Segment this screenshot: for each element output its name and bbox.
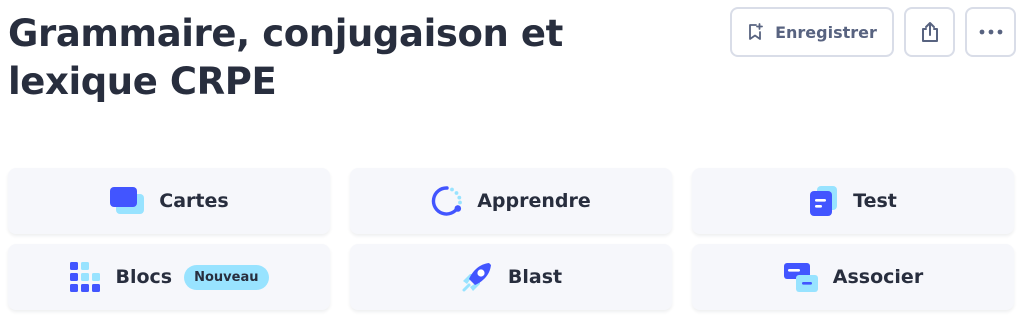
save-button[interactable]: Enregistrer (730, 7, 894, 57)
mode-cartes[interactable]: Cartes (8, 168, 330, 234)
mode-label: Blocs (115, 266, 173, 288)
share-button[interactable] (904, 7, 955, 57)
match-icon (783, 261, 819, 293)
more-horizontal-icon (979, 29, 1003, 35)
mode-label: Associer (832, 266, 924, 288)
mode-blocs[interactable]: Blocs Nouveau (8, 244, 330, 310)
test-icon (809, 185, 839, 217)
save-label: Enregistrer (775, 22, 877, 42)
mode-label: Apprendre (477, 190, 591, 212)
mode-test[interactable]: Test (692, 168, 1014, 234)
header-actions: Enregistrer (730, 7, 1016, 57)
bookmark-plus-icon (747, 23, 763, 41)
more-options-button[interactable] (965, 7, 1016, 57)
learn-icon (431, 185, 463, 217)
blast-rocket-icon (460, 260, 494, 294)
flashcards-icon (109, 186, 145, 216)
new-badge: Nouveau (184, 264, 269, 290)
mode-blast[interactable]: Blast (350, 244, 672, 310)
page-title: Grammaire, conjugaison et lexique CRPE (8, 12, 563, 103)
mode-label: Blast (507, 266, 563, 288)
mode-associer[interactable]: Associer (692, 244, 1014, 310)
mode-apprendre[interactable]: Apprendre (350, 168, 672, 234)
study-set-page: Grammaire, conjugaison et lexique CRPE E… (0, 0, 1024, 320)
study-modes-grid: Cartes Apprendre Test Blocs Nouveau Blas… (8, 168, 1024, 310)
mode-label: Cartes (159, 190, 229, 212)
share-icon (919, 20, 941, 44)
mode-label: Test (853, 190, 897, 212)
blocks-icon (69, 261, 101, 293)
